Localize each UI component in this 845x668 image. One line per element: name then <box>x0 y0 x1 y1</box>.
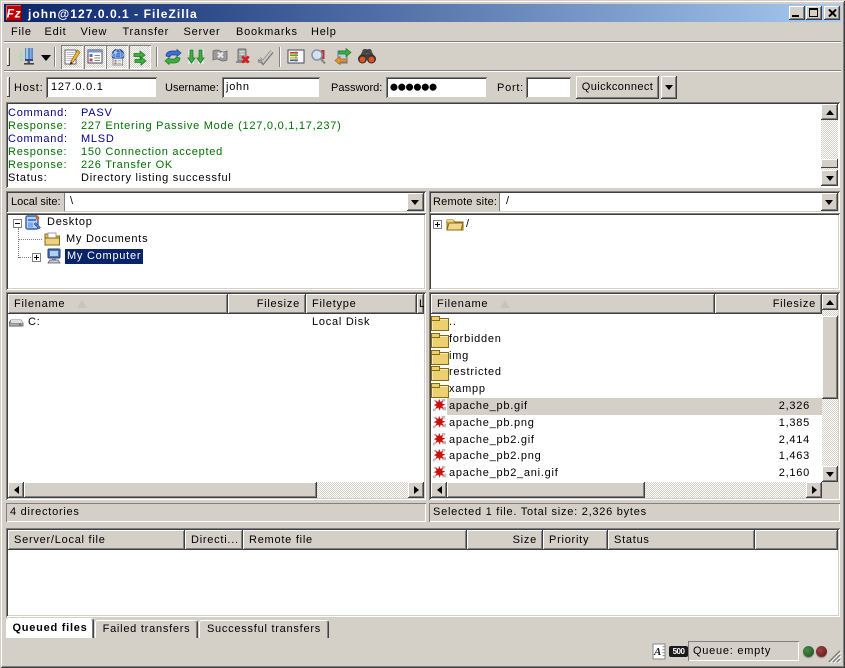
svg-text:A: A <box>653 646 662 658</box>
svg-text:Fz: Fz <box>7 7 22 21</box>
